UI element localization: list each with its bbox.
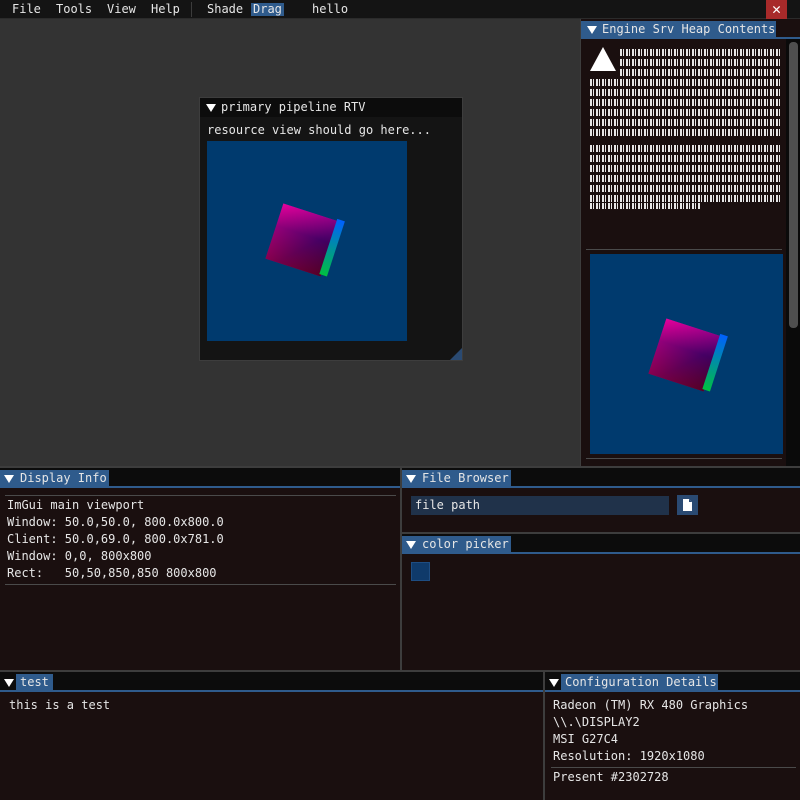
font-atlas-image	[590, 47, 780, 209]
resolution: Resolution: 1920x1080	[553, 749, 705, 763]
rtv-placeholder-text: resource view should go here...	[207, 123, 431, 137]
file-browser-panel: File Browser file path	[402, 468, 800, 532]
separator	[5, 584, 396, 585]
file-browser-title: File Browser	[422, 471, 509, 485]
resize-grip-icon[interactable]	[450, 348, 462, 360]
heap-scrollbar[interactable]	[786, 39, 800, 466]
render-target-image	[207, 141, 407, 341]
separator	[586, 458, 782, 459]
config-details-title: Configuration Details	[565, 675, 717, 689]
tab-test[interactable]: test	[16, 674, 53, 691]
main-menu-bar: File Tools View Help Shade Drag hello ✕	[0, 0, 800, 19]
info-line: Rect: 50,50,850,850 800x800	[7, 566, 217, 580]
display-info-title: Display Info	[20, 471, 107, 485]
atlas-triangle-icon	[590, 47, 616, 71]
test-panel-title: test	[20, 675, 49, 689]
tab-underline	[581, 37, 800, 39]
separator	[551, 767, 796, 768]
collapse-arrow-icon[interactable]	[406, 475, 416, 483]
display-info-panel: Display Info ImGui main viewport Window:…	[0, 468, 400, 670]
browse-file-button[interactable]	[677, 495, 698, 515]
menu-help[interactable]: Help	[151, 3, 180, 16]
info-line: Client: 50.0,69.0, 800.0x781.0	[7, 532, 224, 546]
rtv-window[interactable]: primary pipeline RTV resource view shoul…	[199, 97, 463, 361]
tab-heap-contents[interactable]: Engine Srv Heap Contents	[581, 21, 776, 38]
tab-color-picker[interactable]: color picker	[402, 536, 511, 553]
collapse-arrow-icon[interactable]	[4, 679, 14, 687]
srv-heap-image	[590, 254, 783, 454]
rtv-window-titlebar[interactable]: primary pipeline RTV	[200, 98, 462, 117]
tab-display-info[interactable]: Display Info	[0, 470, 109, 487]
collapse-arrow-icon[interactable]	[4, 475, 14, 483]
test-text: this is a test	[9, 698, 111, 712]
collapse-arrow-icon[interactable]	[587, 26, 597, 34]
drag-button[interactable]: Drag	[251, 3, 284, 16]
color-swatch-button[interactable]	[411, 562, 430, 581]
file-path-value: file path	[415, 498, 481, 512]
menu-file[interactable]: File	[12, 3, 41, 16]
gpu-name: Radeon (TM) RX 480 Graphics	[553, 698, 749, 712]
rtv-window-title: primary pipeline RTV	[221, 100, 366, 114]
tab-configuration-details[interactable]: Configuration Details	[561, 674, 718, 691]
cube-render	[265, 203, 345, 277]
tab-file-browser[interactable]: File Browser	[402, 470, 511, 487]
file-path-input[interactable]: file path	[411, 496, 669, 515]
menu-separator	[191, 2, 192, 17]
present-counter: Present #2302728	[553, 770, 669, 784]
info-line: ImGui main viewport	[7, 498, 145, 512]
monitor-name: MSI G27C4	[553, 732, 619, 746]
info-line: Window: 50.0,50.0, 800.0x800.0	[7, 515, 224, 529]
separator	[586, 249, 782, 250]
heap-panel-title: Engine Srv Heap Contents	[602, 22, 776, 36]
collapse-arrow-icon[interactable]	[406, 541, 416, 549]
color-picker-title: color picker	[422, 537, 509, 551]
display-name: \\.\DISPLAY2	[553, 715, 640, 729]
cube-render	[648, 318, 728, 392]
info-line: Window: 0,0, 800x800	[7, 549, 152, 563]
collapse-arrow-icon[interactable]	[206, 104, 216, 112]
close-icon: ✕	[771, 0, 782, 18]
hello-menu-item[interactable]: hello	[312, 3, 348, 16]
configuration-details-panel: Configuration Details Radeon (TM) RX 480…	[545, 672, 800, 800]
close-button[interactable]: ✕	[766, 0, 787, 19]
file-icon	[683, 499, 692, 511]
menu-view[interactable]: View	[107, 3, 136, 16]
separator	[5, 495, 396, 496]
scrollbar-thumb[interactable]	[789, 42, 798, 328]
color-picker-panel: color picker	[402, 534, 800, 670]
shade-button[interactable]: Shade	[207, 3, 243, 16]
collapse-arrow-icon[interactable]	[549, 679, 559, 687]
heap-contents-panel: Engine Srv Heap Contents	[580, 19, 800, 466]
test-panel: test this is a test	[0, 672, 543, 800]
menu-tools[interactable]: Tools	[56, 3, 92, 16]
